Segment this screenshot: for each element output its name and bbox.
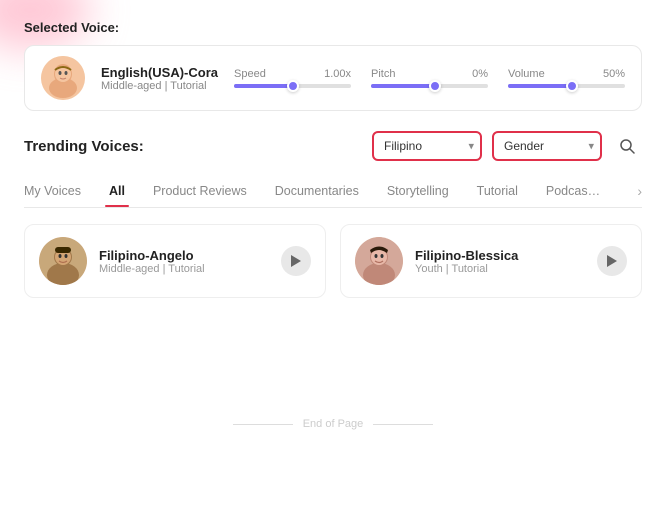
pitch-value: 0%: [472, 68, 488, 80]
voice-cards-list: Filipino-Angelo Middle-aged | Tutorial: [24, 224, 642, 298]
speed-slider-track[interactable]: [234, 84, 351, 88]
selected-voice-info: English(USA)-Cora Middle-aged | Tutorial: [101, 65, 218, 92]
speed-value: 1.00x: [324, 68, 351, 80]
tab-tutorial[interactable]: Tutorial: [463, 176, 532, 206]
card-info: Filipino-Angelo Middle-aged | Tutorial: [99, 248, 269, 275]
selected-voice-label: Selected Voice:: [24, 20, 642, 35]
volume-slider-thumb[interactable]: [566, 80, 578, 92]
card-name: Filipino-Blessica: [415, 248, 585, 263]
end-of-page: End of Page: [24, 418, 642, 430]
tab-all[interactable]: All: [95, 176, 139, 206]
pitch-slider-fill: [371, 84, 435, 88]
tab-documentaries[interactable]: Documentaries: [261, 176, 373, 206]
pitch-label: Pitch: [371, 68, 395, 80]
play-button[interactable]: [281, 246, 311, 276]
speed-control: Speed 1.00x: [234, 68, 351, 88]
card-name: Filipino-Angelo: [99, 248, 269, 263]
language-filter-wrapper: Filipino English Spanish: [372, 131, 482, 161]
voice-controls: Speed 1.00x Pitch 0%: [234, 68, 625, 88]
pitch-control: Pitch 0%: [371, 68, 488, 88]
selected-voice-name: English(USA)-Cora: [101, 65, 218, 80]
trending-label: Trending Voices:: [24, 138, 144, 155]
voice-card: Filipino-Angelo Middle-aged | Tutorial: [24, 224, 326, 298]
selected-voice-meta: Middle-aged | Tutorial: [101, 80, 218, 92]
selected-voice-bar: English(USA)-Cora Middle-aged | Tutorial…: [24, 45, 642, 111]
card-avatar: [39, 237, 87, 285]
play-button[interactable]: [597, 246, 627, 276]
gender-filter-wrapper: Gender Male Female: [492, 131, 602, 161]
end-of-page-text: End of Page: [303, 418, 364, 430]
search-button[interactable]: [612, 131, 642, 161]
tab-my-voices[interactable]: My Voices: [24, 176, 95, 206]
end-line-right: [373, 424, 433, 425]
card-info: Filipino-Blessica Youth | Tutorial: [415, 248, 585, 275]
volume-label: Volume: [508, 68, 545, 80]
tab-podcast[interactable]: Podcas…: [532, 176, 614, 206]
trending-row: Trending Voices: Filipino English Spanis…: [24, 131, 642, 161]
volume-control: Volume 50%: [508, 68, 625, 88]
language-filter[interactable]: Filipino English Spanish: [372, 131, 482, 161]
tab-product-reviews[interactable]: Product Reviews: [139, 176, 261, 206]
filters: Filipino English Spanish Gender Male Fem…: [372, 131, 642, 161]
tabs-chevron-icon[interactable]: ›: [637, 175, 642, 207]
volume-slider-fill: [508, 84, 572, 88]
voice-category-tabs: My Voices All Product Reviews Documentar…: [24, 175, 642, 208]
pitch-slider-track[interactable]: [371, 84, 488, 88]
speed-slider-fill: [234, 84, 293, 88]
voice-card: Filipino-Blessica Youth | Tutorial: [340, 224, 642, 298]
card-meta: Youth | Tutorial: [415, 263, 585, 275]
selected-voice-avatar: [41, 56, 85, 100]
speed-slider-thumb[interactable]: [287, 80, 299, 92]
volume-value: 50%: [603, 68, 625, 80]
gender-filter[interactable]: Gender Male Female: [492, 131, 602, 161]
tab-storytelling[interactable]: Storytelling: [373, 176, 463, 206]
volume-slider-track[interactable]: [508, 84, 625, 88]
pitch-slider-thumb[interactable]: [429, 80, 441, 92]
speed-label: Speed: [234, 68, 266, 80]
card-meta: Middle-aged | Tutorial: [99, 263, 269, 275]
card-avatar: [355, 237, 403, 285]
end-line-left: [233, 424, 293, 425]
